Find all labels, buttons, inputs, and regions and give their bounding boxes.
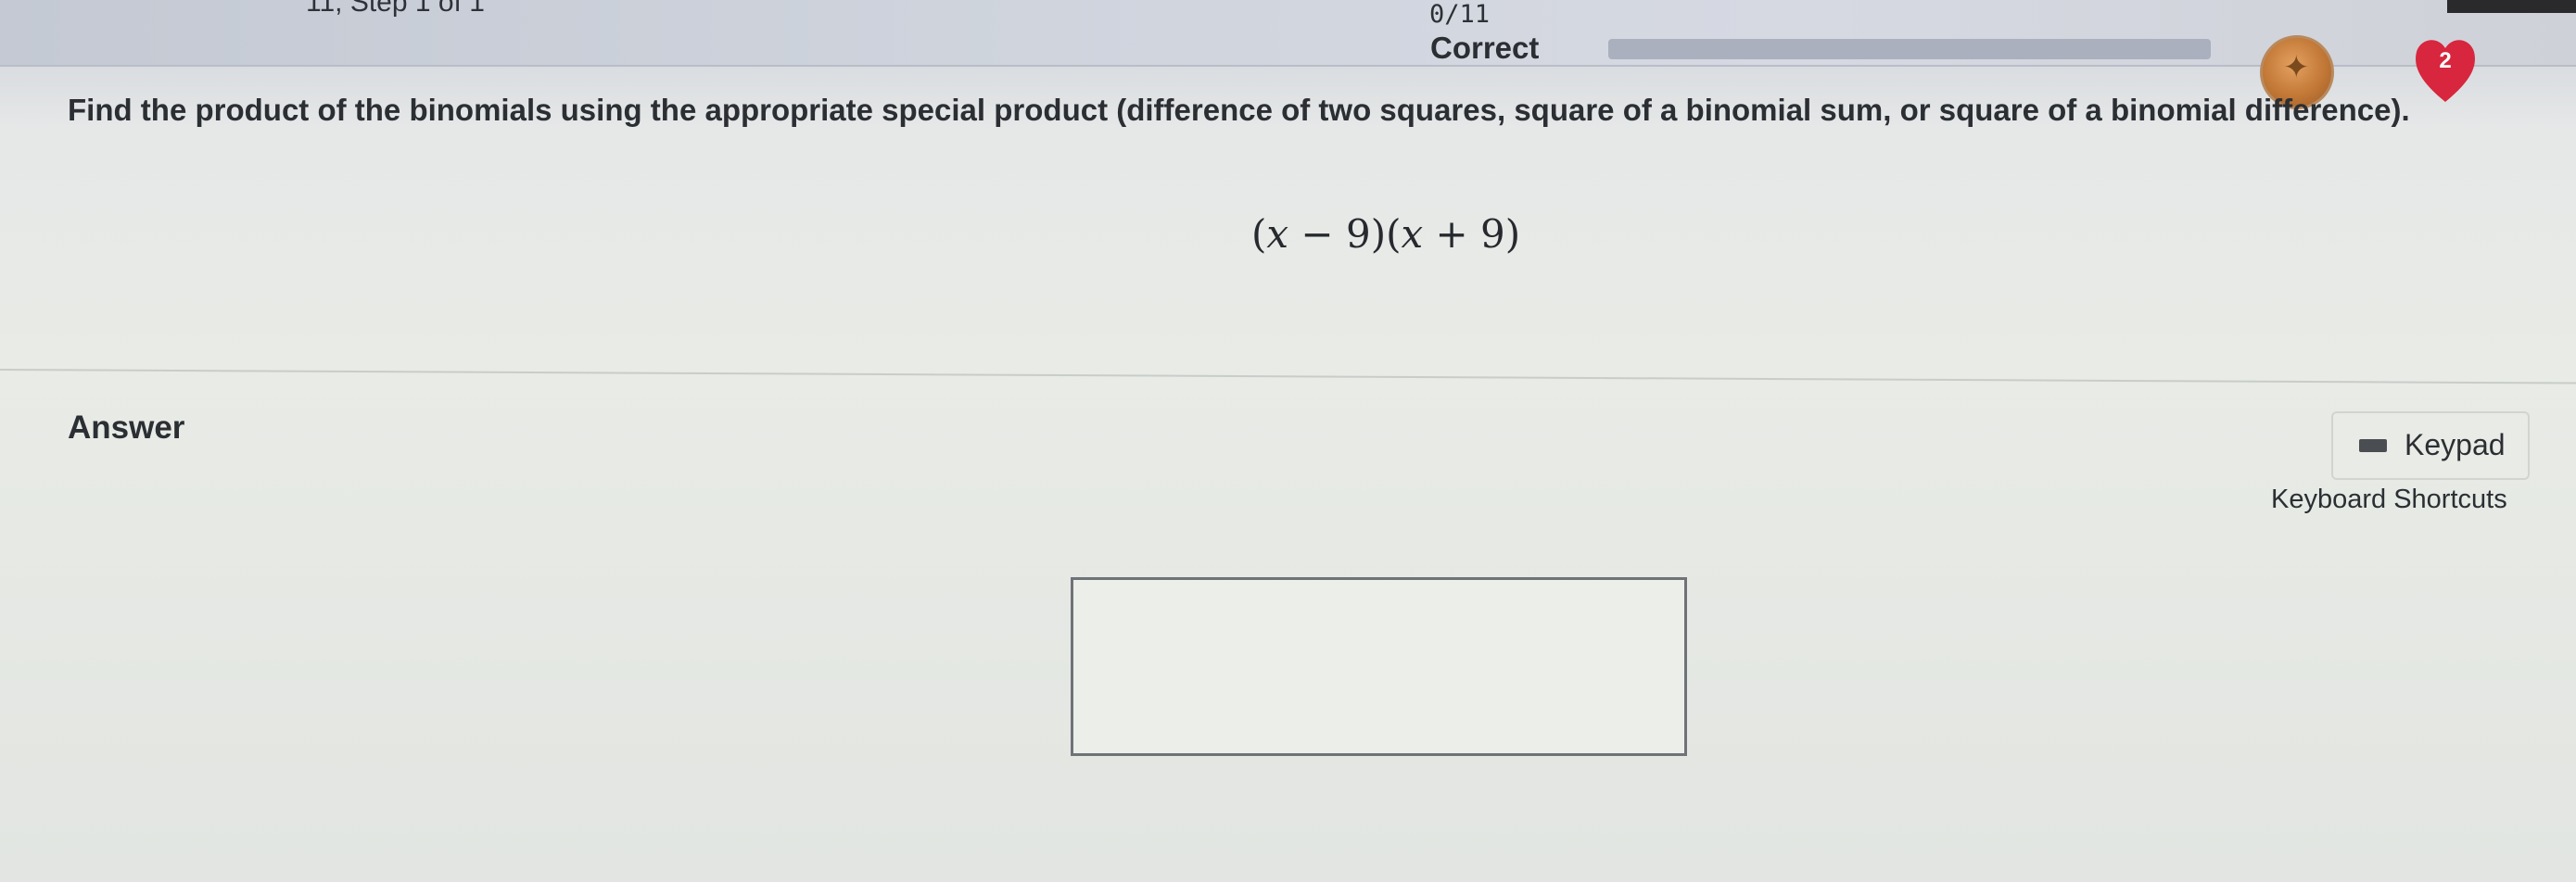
- expression-variable: x: [1266, 211, 1289, 257]
- expression-variable: x: [1401, 211, 1424, 257]
- math-expression: (x − 9)(x + 9): [1251, 211, 1520, 257]
- keypad-button[interactable]: Keypad: [2331, 411, 2530, 480]
- section-divider: [0, 369, 2576, 384]
- heart-icon: 2: [2413, 33, 2478, 106]
- window-corner: [2447, 0, 2576, 13]
- top-header: 11, Step 1 of 1 0/11 Correct ✦ 2: [0, 0, 2576, 109]
- correct-label: Correct: [1430, 31, 1540, 65]
- expression-part: + 9): [1423, 211, 1521, 257]
- hearts-count: 2: [2439, 48, 2452, 73]
- progress-bar: [1608, 39, 2211, 59]
- expression-part: − 9)(: [1288, 211, 1402, 257]
- keyboard-shortcuts-link[interactable]: Keyboard Shortcuts: [2271, 485, 2507, 515]
- question-prompt: Find the product of the binomials using …: [68, 93, 2410, 127]
- keyboard-icon: [2359, 439, 2387, 452]
- keypad-label: Keypad: [2405, 428, 2506, 461]
- expression-part: (: [1251, 211, 1267, 257]
- progress-count: 0/11: [1429, 0, 1491, 29]
- badge-glyph: ✦: [2283, 50, 2310, 85]
- answer-label: Answer: [68, 410, 185, 446]
- step-indicator: 11, Step 1 of 1: [306, 0, 485, 18]
- answer-input[interactable]: [1071, 577, 1687, 756]
